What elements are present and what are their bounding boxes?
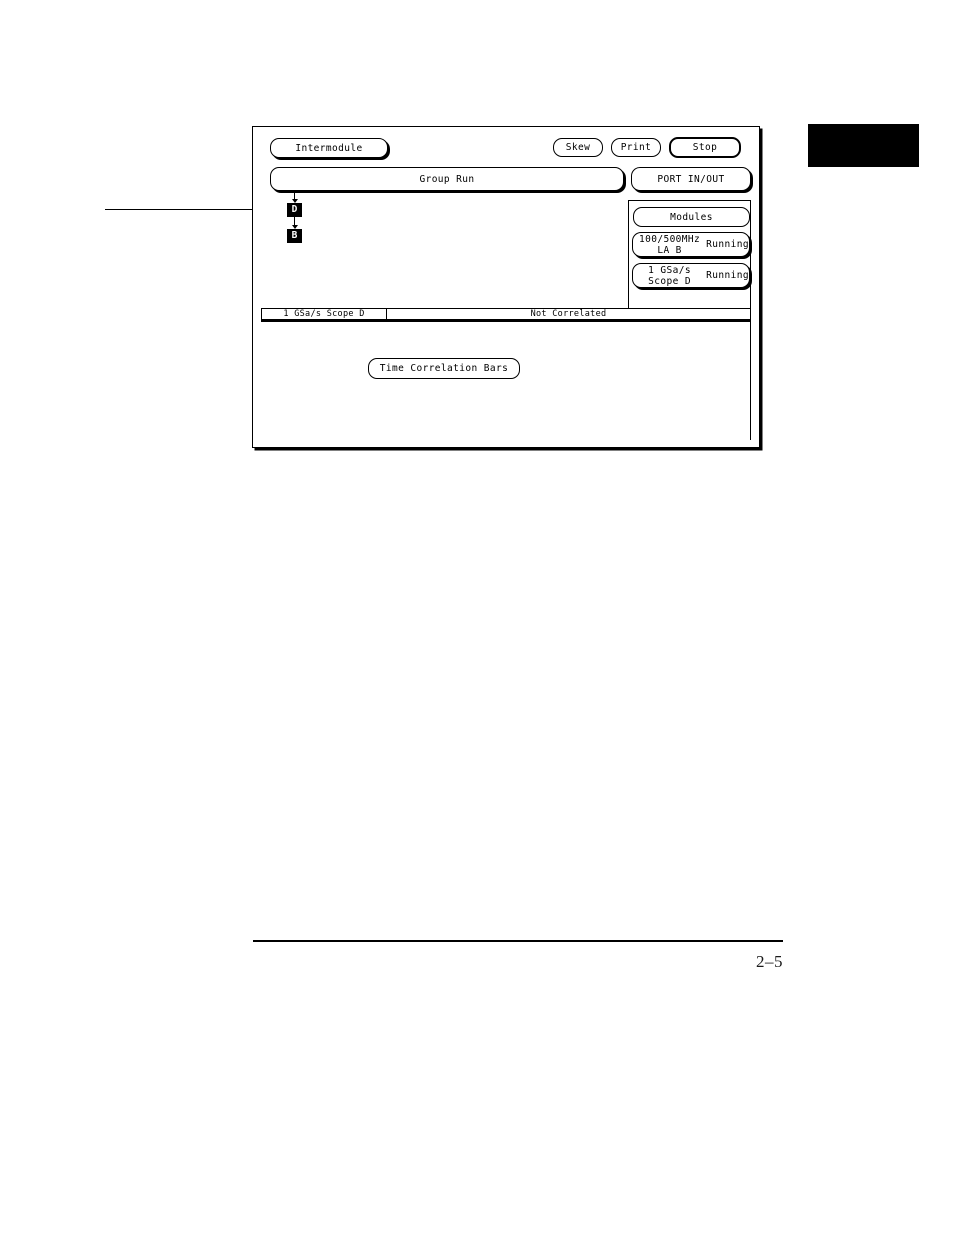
arm-node-d-label: D (291, 204, 298, 216)
module-button-scope-d[interactable]: 1 GSa/s Scope D Running (632, 263, 750, 288)
group-run-label: Group Run (419, 173, 475, 185)
intermodule-screen: Intermodule Skew Print Stop Group Run PO… (252, 126, 760, 448)
module-la-b-name: 100/500MHz LA B (638, 233, 701, 256)
arm-node-b-label: B (291, 230, 298, 242)
module-scope-d-state: Running (706, 270, 749, 281)
status-bar-state: Not Correlated (530, 309, 607, 319)
time-correlation-bars-label: Time Correlation Bars (379, 363, 509, 374)
time-correlation-bars-button[interactable]: Time Correlation Bars (368, 358, 520, 379)
footer-rule (253, 940, 783, 942)
intermodule-menu-button[interactable]: Intermodule (270, 138, 388, 158)
arm-node-d[interactable]: D (287, 203, 302, 217)
print-button[interactable]: Print (611, 138, 661, 157)
module-button-la-b[interactable]: 100/500MHz LA B Running (632, 232, 750, 257)
page-number: 2–5 (756, 952, 783, 971)
stop-button[interactable]: Stop (669, 137, 741, 158)
port-in-out-label: PORT IN/OUT (657, 173, 725, 185)
status-bar-module[interactable]: 1 GSa/s Scope D (262, 309, 387, 319)
modules-header-button[interactable]: Modules (633, 207, 750, 227)
stop-label: Stop (692, 142, 718, 153)
intermodule-menu-label: Intermodule (295, 142, 363, 154)
modules-header-label: Modules (670, 211, 713, 223)
status-bar-underline (261, 320, 751, 322)
status-bar: 1 GSa/s Scope D Not Correlated (261, 308, 751, 320)
group-run-button[interactable]: Group Run (270, 167, 624, 191)
module-scope-d-name: 1 GSa/s Scope D (648, 264, 691, 287)
skew-label: Skew (565, 142, 591, 153)
arm-node-b[interactable]: B (287, 229, 302, 243)
print-label: Print (620, 142, 652, 153)
page-edge-tab-marker (808, 124, 919, 167)
port-in-out-button[interactable]: PORT IN/OUT (631, 167, 751, 191)
module-la-b-state: Running (706, 239, 749, 250)
skew-button[interactable]: Skew (553, 138, 603, 157)
